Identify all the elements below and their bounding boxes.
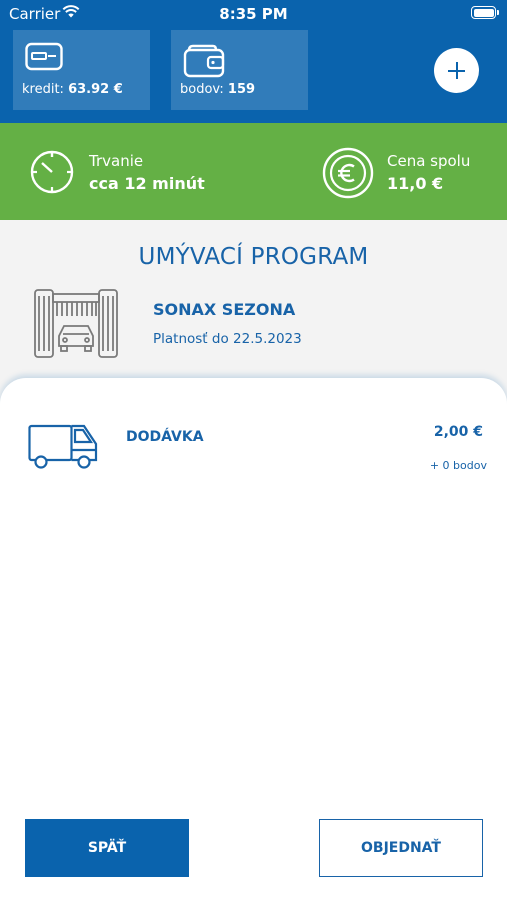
wallet-icon [183,42,227,82]
add-credit-button[interactable] [434,48,479,93]
duration-value: cca 12 minút [89,174,205,193]
total-price-value: 11,0 € [387,174,444,193]
order-summary-band: Trvanie cca 12 minút Cena spolu 11,0 € [0,123,507,220]
credit-label: kredit: 63.92 € [22,82,123,97]
credit-card-tile[interactable]: kredit: 63.92 € [13,30,150,110]
total-price-label: Cena spolu [387,152,471,170]
car-wash-icon [33,286,119,364]
stopwatch-icon [28,147,76,199]
duration-label: Trvanie [89,152,144,170]
van-icon [28,420,98,476]
status-bar: Carrier 8:35 PM [0,0,507,28]
program-validity: Platnosť do 22.5.2023 [153,331,302,347]
order-button[interactable]: OBJEDNAŤ [319,819,483,877]
item-name: DODÁVKA [126,429,204,445]
clock: 8:35 PM [219,5,288,23]
item-price: 2,00 € [433,424,483,440]
points-tile[interactable]: bodov: 159 [171,30,308,110]
header-bar: Carrier 8:35 PM kredit: 63.92 € bodov: 1… [0,0,507,123]
credit-card-icon [25,42,63,76]
item-points: + 0 bodov [429,459,487,472]
credit-value: 63.92 € [68,82,123,97]
points-value: 159 [227,82,256,97]
battery-icon [471,6,499,19]
euro-coin-icon [322,147,374,203]
program-name: SONAX SEZONA [153,300,296,319]
points-label: bodov: 159 [180,82,256,97]
back-button[interactable]: SPÄŤ [25,819,189,877]
section-title: UMÝVACÍ PROGRAM [138,244,369,270]
